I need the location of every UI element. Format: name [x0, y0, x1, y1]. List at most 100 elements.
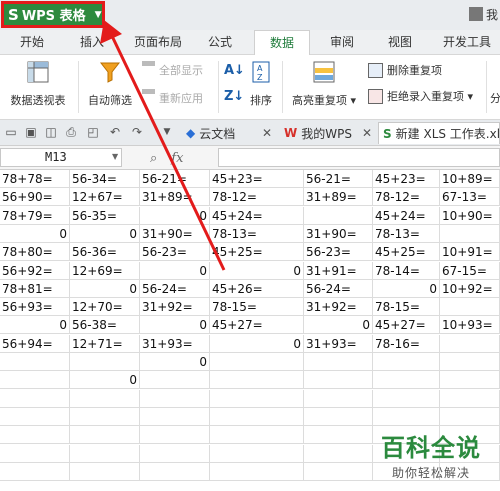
sort-asc-button[interactable]: A↓	[224, 61, 245, 79]
grid-cell[interactable]: 78-12=	[373, 188, 440, 207]
grid-cell[interactable]: 67-15=	[440, 261, 500, 280]
grid-cell[interactable]	[70, 462, 140, 481]
grid-cell[interactable]: 78-15=	[373, 298, 440, 317]
grid-cell[interactable]	[210, 389, 304, 408]
grid-cell[interactable]: 10+90=	[440, 206, 500, 225]
reapply-button[interactable]: 重新应用	[142, 89, 203, 107]
grid-cell[interactable]: 10+89=	[440, 170, 500, 188]
grid-cell[interactable]: 0	[140, 206, 210, 225]
tab-my-wps[interactable]: W 我的WPS	[280, 122, 356, 144]
grid-cell[interactable]: 0	[70, 279, 140, 298]
grid-cell[interactable]	[210, 407, 304, 426]
grid-cell[interactable]	[140, 444, 210, 463]
grid-cell[interactable]	[70, 389, 140, 408]
grid-cell[interactable]	[304, 371, 373, 390]
grid-cell[interactable]	[140, 371, 210, 390]
grid-cell[interactable]	[210, 426, 304, 445]
grid-cell[interactable]: 0	[140, 261, 210, 280]
grid-cell[interactable]	[440, 371, 500, 390]
grid-cell[interactable]	[70, 353, 140, 371]
grid-cell[interactable]: 45+26=	[210, 279, 304, 298]
grid-cell[interactable]: 45+25=	[373, 243, 440, 262]
grid-cell[interactable]: 45+23=	[210, 170, 304, 188]
grid-cell[interactable]	[140, 389, 210, 408]
formula-input[interactable]	[218, 148, 500, 167]
grid-cell[interactable]: 78-12=	[210, 188, 304, 207]
grid-cell[interactable]: 78-15=	[210, 298, 304, 317]
print-icon[interactable]: ⎙	[64, 125, 78, 139]
grid-cell[interactable]	[0, 426, 70, 445]
grid-cell[interactable]: 56-36=	[70, 243, 140, 262]
grid-cell[interactable]: 10+92=	[440, 279, 500, 298]
grid-cell[interactable]	[140, 407, 210, 426]
grid-cell[interactable]	[304, 206, 373, 225]
grid-cell[interactable]: 12+70=	[70, 298, 140, 317]
open-folder-icon[interactable]: ▭	[4, 125, 18, 139]
redo-icon[interactable]: ↷	[130, 125, 144, 139]
grid-cell[interactable]	[0, 389, 70, 408]
fx-icon[interactable]: fx	[171, 151, 183, 166]
grid-cell[interactable]	[70, 407, 140, 426]
tab-start[interactable]: 开始	[10, 30, 54, 55]
sort-desc-button[interactable]: Z↓	[224, 87, 244, 105]
grid-cell[interactable]: 56-24=	[304, 279, 373, 298]
grid-cell[interactable]	[304, 353, 373, 371]
grid-cell[interactable]: 0	[373, 279, 440, 298]
user-area[interactable]: 我	[468, 3, 498, 25]
print-preview-icon[interactable]: ◰	[86, 125, 100, 139]
grid-cell[interactable]: 31+89=	[140, 188, 210, 207]
tab-cloud-docs[interactable]: ◆ 云文档	[182, 122, 239, 144]
grid-cell[interactable]: 78+80=	[0, 243, 70, 262]
grid-cell[interactable]: 56+92=	[0, 261, 70, 280]
grid-cell[interactable]: 0	[0, 316, 70, 335]
grid-cell[interactable]: 31+91=	[304, 261, 373, 280]
grid-cell[interactable]	[0, 444, 70, 463]
tab-insert[interactable]: 插入	[72, 30, 112, 55]
grid-cell[interactable]: 0	[0, 224, 70, 243]
grid-cell[interactable]: 45+23=	[373, 170, 440, 188]
reject-duplicates-button[interactable]: 拒绝录入重复项 ▾	[368, 87, 473, 105]
grid-cell[interactable]: 56+94=	[0, 334, 70, 353]
grid-cell[interactable]: 10+91=	[440, 243, 500, 262]
grid-cell[interactable]	[440, 334, 500, 353]
grid-cell[interactable]: 56-38=	[70, 316, 140, 335]
grid-cell[interactable]: 78-13=	[210, 224, 304, 243]
grid-cell[interactable]: 56+93=	[0, 298, 70, 317]
close-icon[interactable]: ✕	[362, 126, 372, 140]
grid-cell[interactable]: 45+27=	[210, 316, 304, 335]
tab-formula[interactable]: 公式	[198, 30, 242, 55]
grid-cell[interactable]: 67-13=	[440, 188, 500, 207]
grid-cell[interactable]: 45+25=	[210, 243, 304, 262]
grid-cell[interactable]	[0, 353, 70, 371]
grid-cell[interactable]: 56-21=	[304, 170, 373, 188]
grid-cell[interactable]	[304, 426, 373, 445]
grid-cell[interactable]: 78-13=	[373, 224, 440, 243]
grid-cell[interactable]: 45+24=	[210, 206, 304, 225]
tab-view[interactable]: 视图	[378, 30, 422, 55]
grid-cell[interactable]	[373, 389, 440, 408]
grid-cell[interactable]: 0	[70, 371, 140, 390]
grid-cell[interactable]: 12+67=	[70, 188, 140, 207]
grid-cell[interactable]: 56-34=	[70, 170, 140, 188]
grid-cell[interactable]: 45+27=	[373, 316, 440, 335]
grid-cell[interactable]	[304, 389, 373, 408]
grid-cell[interactable]: 56-23=	[304, 243, 373, 262]
grid-cell[interactable]	[440, 353, 500, 371]
grid-cell[interactable]	[210, 444, 304, 463]
grid-cell[interactable]: 45+24=	[373, 206, 440, 225]
grid-cell[interactable]	[440, 407, 500, 426]
grid-cell[interactable]: 78-14=	[373, 261, 440, 280]
grid-cell[interactable]	[373, 407, 440, 426]
grid-cell[interactable]: 10+93=	[440, 316, 500, 335]
grid-cell[interactable]: 0	[140, 353, 210, 371]
grid-cell[interactable]	[373, 371, 440, 390]
grid-cell[interactable]	[70, 426, 140, 445]
grid-cell[interactable]	[0, 407, 70, 426]
zoom-icon[interactable]: ⌕	[150, 151, 157, 166]
grid-cell[interactable]: 31+90=	[304, 224, 373, 243]
grid-cell[interactable]: 31+89=	[304, 188, 373, 207]
pivot-table-button[interactable]: 数据透视表	[4, 58, 72, 116]
highlight-duplicates-button[interactable]: 高亮重复项 ▾	[288, 58, 360, 116]
more-commands-icon[interactable]: ▼	[160, 125, 174, 139]
grid-cell[interactable]: 56-35=	[70, 206, 140, 225]
